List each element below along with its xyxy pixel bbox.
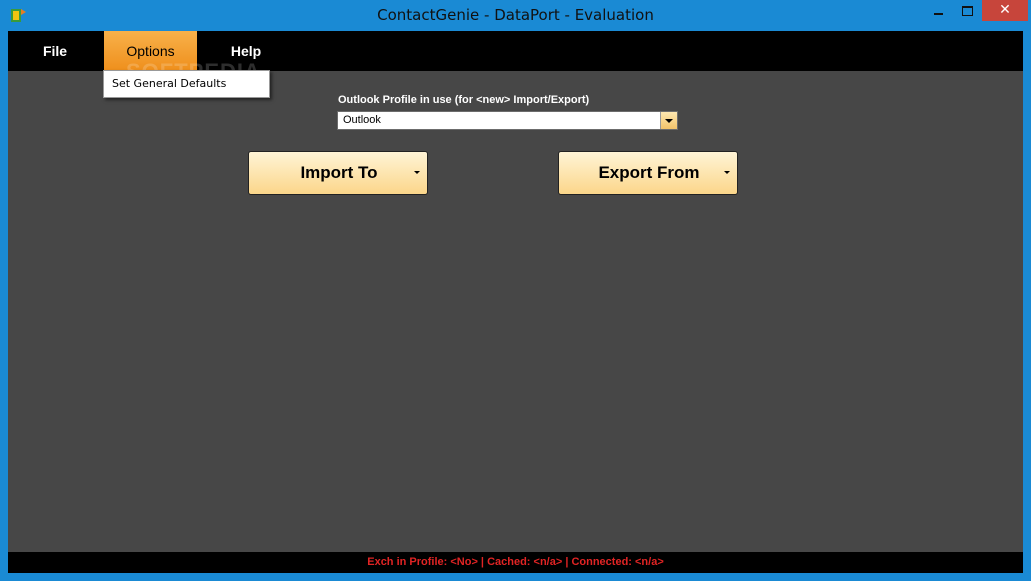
minimize-icon: [934, 13, 943, 15]
close-button[interactable]: ✕: [982, 0, 1028, 21]
import-to-label: Import To: [300, 163, 378, 182]
main-window: File Options Help SOFTPEDIA Set General …: [8, 31, 1023, 573]
maximize-icon: [962, 6, 973, 16]
minimize-button[interactable]: [921, 0, 955, 21]
options-dropdown-menu: Set General Defaults: [103, 70, 270, 98]
menu-file[interactable]: File: [32, 31, 78, 71]
import-to-button[interactable]: Import To: [248, 151, 428, 195]
import-caret-icon[interactable]: [414, 171, 422, 176]
export-caret-icon[interactable]: [724, 171, 732, 176]
maximize-button[interactable]: [955, 0, 982, 21]
status-bar: Exch in Profile: <No> | Cached: <n/a> | …: [8, 552, 1023, 573]
dropdown-arrow-icon[interactable]: [660, 112, 677, 129]
close-icon: ✕: [999, 2, 1011, 18]
outlook-profile-select[interactable]: Outlook: [337, 111, 678, 130]
window-title: ContactGenie - DataPort - Evaluation: [377, 6, 654, 24]
profile-label: Outlook Profile in use (for <new> Import…: [338, 94, 590, 106]
profile-selected-value: Outlook: [343, 114, 381, 126]
status-text: Exch in Profile: <No> | Cached: <n/a> | …: [367, 556, 664, 568]
title-bar: ContactGenie - DataPort - Evaluation ✕: [0, 0, 1031, 31]
menu-item-set-general-defaults[interactable]: Set General Defaults: [112, 71, 226, 97]
export-from-button[interactable]: Export From: [558, 151, 738, 195]
export-from-label: Export From: [598, 163, 700, 182]
